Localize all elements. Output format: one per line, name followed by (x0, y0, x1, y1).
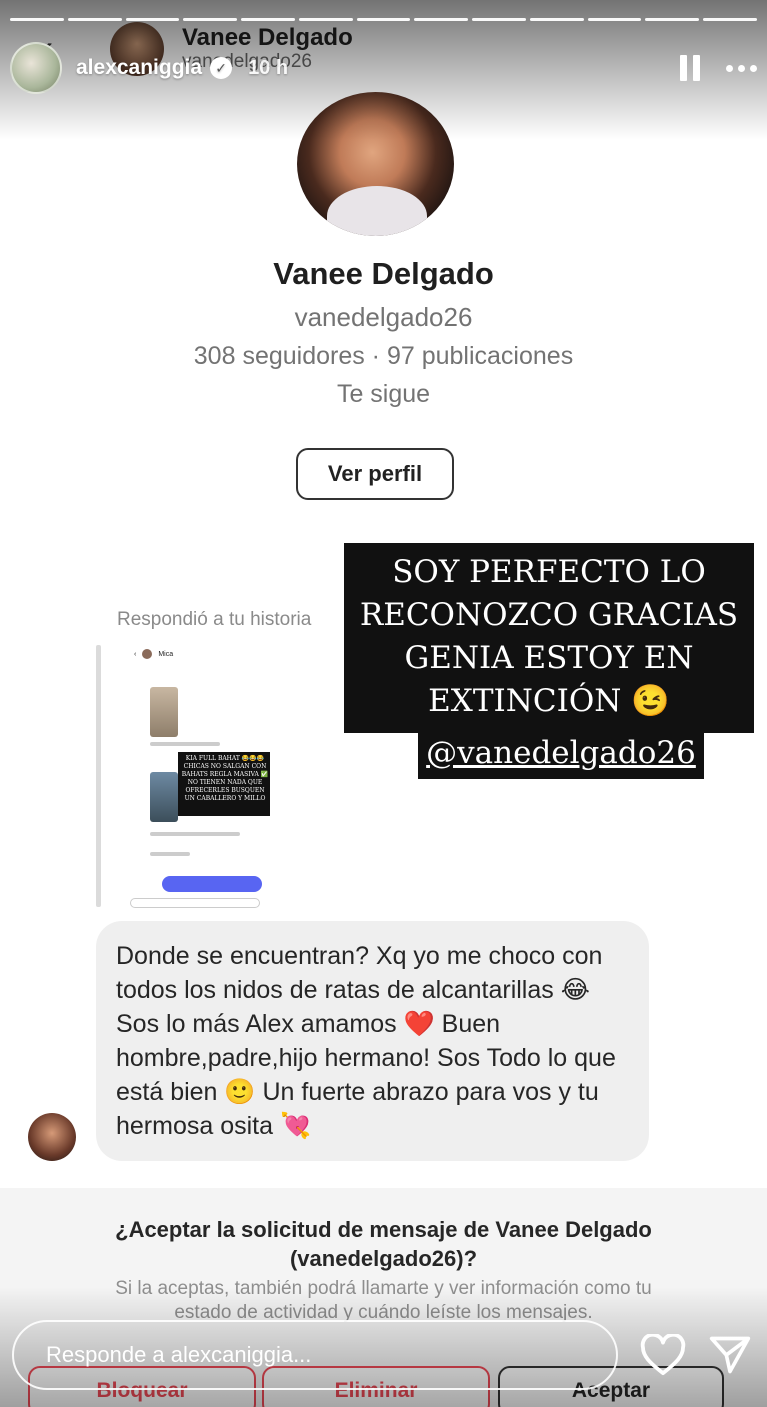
thumb-header: ‹ Mica (134, 649, 174, 659)
sender-avatar[interactable] (28, 1113, 76, 1161)
progress-segment (645, 18, 700, 21)
profile-stats: 308 seguidores · 97 publicaciones (193, 342, 574, 370)
follows-you-label: Te sigue (336, 380, 431, 408)
progress-segment (125, 18, 180, 21)
thumb-input (130, 898, 260, 908)
progress-segment (67, 18, 122, 21)
progress-segment (183, 18, 238, 21)
progress-segment (241, 18, 295, 21)
story-header: alexcaniggia ✓ 10 h (10, 40, 757, 96)
story-mention[interactable]: @vanedelgado26 (418, 727, 704, 779)
story-thumbnail[interactable]: ‹ Mica KIA FULL BAHAT 😂😂😂 CHICAS NO SALGA… (120, 642, 270, 910)
mention-text[interactable]: @vanedelgado26 (426, 735, 696, 771)
reply-quote-bar (96, 645, 101, 907)
story-author[interactable]: alexcaniggia ✓ 10 h (76, 56, 288, 80)
progress-segment (472, 18, 526, 21)
story-author-avatar[interactable] (10, 42, 62, 94)
progress-segment (414, 18, 469, 21)
thumb-photo (150, 772, 178, 822)
thumb-line (150, 832, 240, 836)
send-icon[interactable] (708, 1334, 752, 1376)
thumb-sent-bubble (162, 876, 262, 892)
thumb-overlay-text: KIA FULL BAHAT 😂😂😂 CHICAS NO SALGAN CON … (178, 752, 270, 816)
message-bubble: Donde se encuentran? Xq yo me choco con … (96, 921, 649, 1161)
request-subtitle-line: Si la aceptas, también podrá llamarte y … (115, 1278, 652, 1299)
thumb-line (150, 852, 190, 856)
story-overlay-text: SOY PERFECTO LO RECONOZCO GRACIAS GENIA … (344, 543, 754, 733)
request-title-line: (vanedelgado26)? (289, 1246, 478, 1271)
progress-segment (10, 18, 64, 21)
story-progress (10, 18, 757, 21)
thumb-photo (150, 687, 178, 737)
replied-to-story-label: Respondió a tu historia (117, 609, 312, 630)
request-subtitle: Si la aceptas, también podrá llamarte y … (0, 1277, 767, 1325)
progress-segment (703, 18, 757, 21)
profile-handle: vanedelgado26 (294, 302, 473, 332)
thumb-line (150, 742, 220, 746)
request-title: ¿Aceptar la solicitud de mensaje de Vane… (0, 1215, 767, 1273)
story-reply-input[interactable]: Responde a alexcaniggia... (12, 1320, 618, 1390)
progress-segment (587, 18, 642, 21)
profile-avatar (297, 92, 454, 236)
reply-placeholder: Responde a alexcaniggia... (46, 1342, 312, 1367)
more-options-icon[interactable] (726, 64, 757, 72)
story-time: 10 h (248, 56, 289, 79)
profile-name: Vanee Delgado (273, 256, 494, 291)
progress-segment (529, 18, 584, 21)
verified-badge-icon: ✓ (210, 57, 233, 79)
heart-icon[interactable] (640, 1334, 686, 1376)
pause-icon[interactable] (680, 55, 700, 81)
story-actions (680, 55, 757, 81)
view-profile-button[interactable]: Ver perfil (296, 448, 454, 500)
progress-segment (356, 18, 411, 21)
story-author-username[interactable]: alexcaniggia (76, 56, 202, 80)
progress-segment (298, 18, 353, 21)
request-title-line: ¿Aceptar la solicitud de mensaje de Vane… (115, 1217, 652, 1242)
